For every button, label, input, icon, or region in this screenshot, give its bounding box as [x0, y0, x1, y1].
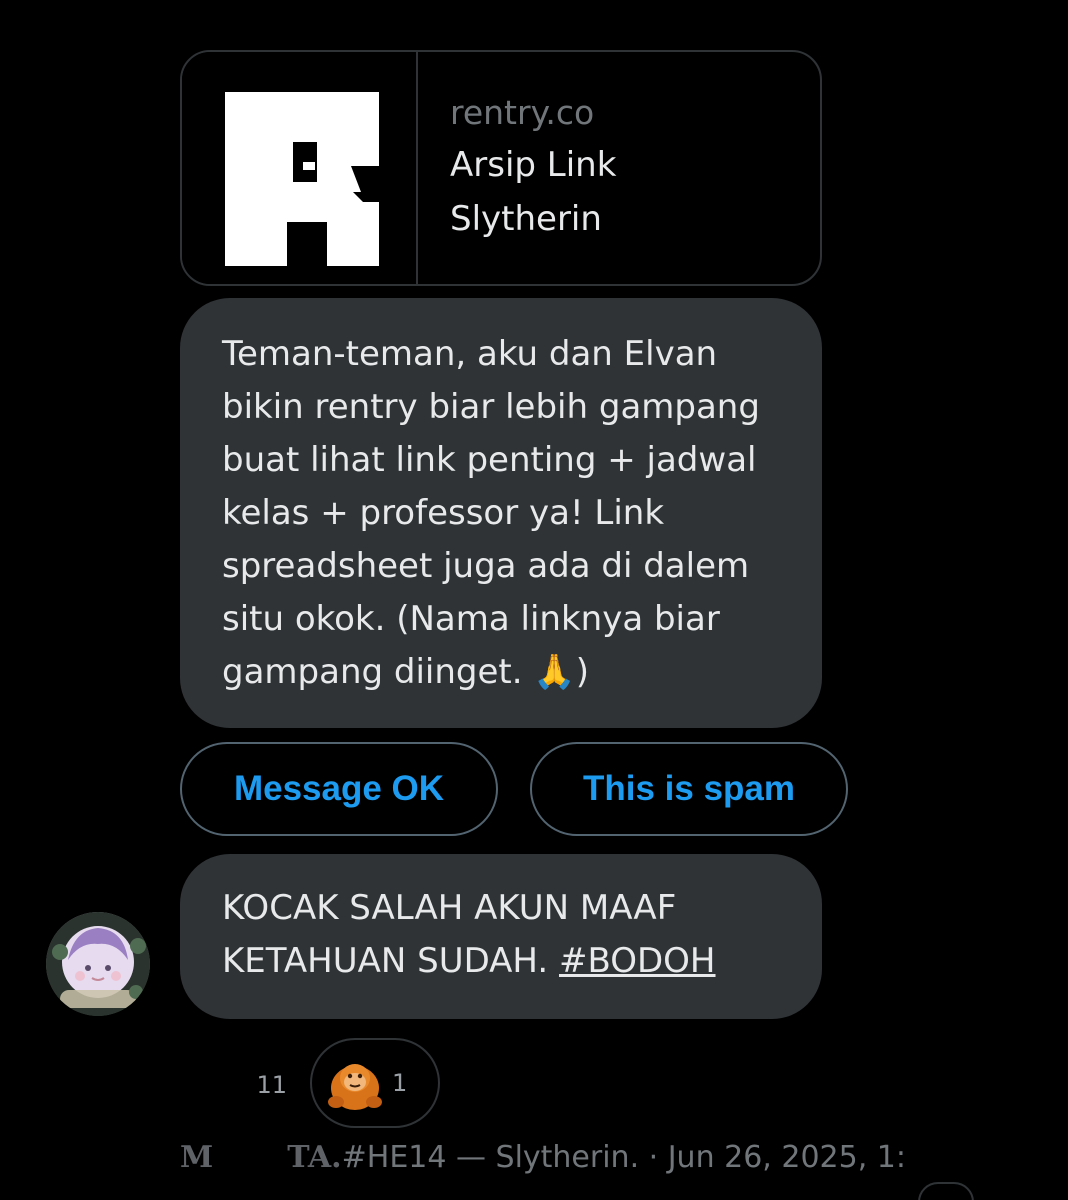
- message-bubble[interactable]: KOCAK SALAH AKUN MAAF KETAHUAN SUDAH. #B…: [180, 854, 822, 1019]
- avatar-illustration: [46, 912, 150, 1016]
- message-line: situ okok. (Nama linknya biar: [222, 599, 720, 639]
- reaction-laughing[interactable]: 😂 11: [192, 1050, 287, 1120]
- reaction-count: 11: [256, 1071, 287, 1099]
- message-line-prefix: KETAHUAN SUDAH.: [222, 941, 560, 981]
- orangutan-emoji-icon: [328, 1064, 382, 1110]
- meta-details: #HE14 — Slytherin. · Jun 26, 2025, 1:: [341, 1140, 906, 1175]
- message-bubble[interactable]: Teman-teman, aku dan Elvan bikin rentry …: [180, 298, 822, 728]
- laughing-tears-emoji-icon: 😂: [192, 1056, 251, 1114]
- dm-conversation: rentry.co Arsip Link Slytherin Teman-tem…: [0, 0, 1068, 1200]
- profile-avatar-icon[interactable]: [46, 912, 150, 1016]
- link-domain: rentry.co: [450, 93, 595, 132]
- hashtag-link[interactable]: #BODOH: [559, 941, 716, 981]
- message-line: KOCAK SALAH AKUN MAAF: [222, 888, 677, 928]
- reaction-orangutan[interactable]: 1: [310, 1038, 440, 1128]
- message-line-last: gampang diinget. 🙏): [222, 646, 782, 699]
- rentry-r-logo-icon: [201, 70, 397, 266]
- message-line: bikin rentry biar lebih gampang: [222, 387, 760, 427]
- scroll-indicator[interactable]: [918, 1182, 974, 1200]
- link-preview-card[interactable]: rentry.co Arsip Link Slytherin: [180, 50, 822, 286]
- message-line: buat lihat link penting + jadwal: [222, 440, 757, 480]
- message-line: Teman-teman, aku dan Elvan: [222, 334, 718, 374]
- message-ok-button[interactable]: Message OK: [180, 742, 498, 836]
- message-meta: M TA. #HE14 — Slytherin. · Jun 26, 2025,…: [180, 1140, 906, 1175]
- link-thumbnail: [182, 52, 418, 284]
- folded-hands-emoji-icon: 🙏: [533, 652, 576, 692]
- link-title-line1: Arsip Link: [450, 145, 617, 185]
- message-line: gampang diinget.: [222, 652, 534, 692]
- meta-initial: M: [180, 1140, 214, 1175]
- message-line: spreadsheet juga ada di dalem: [222, 546, 750, 586]
- link-title-line2: Slytherin: [450, 199, 602, 239]
- reaction-count: 1: [392, 1069, 408, 1097]
- message-line-2: KETAHUAN SUDAH. #BODOH: [222, 935, 782, 988]
- message-line-tail: ): [575, 652, 589, 692]
- link-info: rentry.co Arsip Link Slytherin: [418, 52, 616, 284]
- meta-sender: TA.: [287, 1140, 342, 1175]
- this-is-spam-button[interactable]: This is spam: [530, 742, 848, 836]
- message-line: kelas + professor ya! Link: [222, 493, 665, 533]
